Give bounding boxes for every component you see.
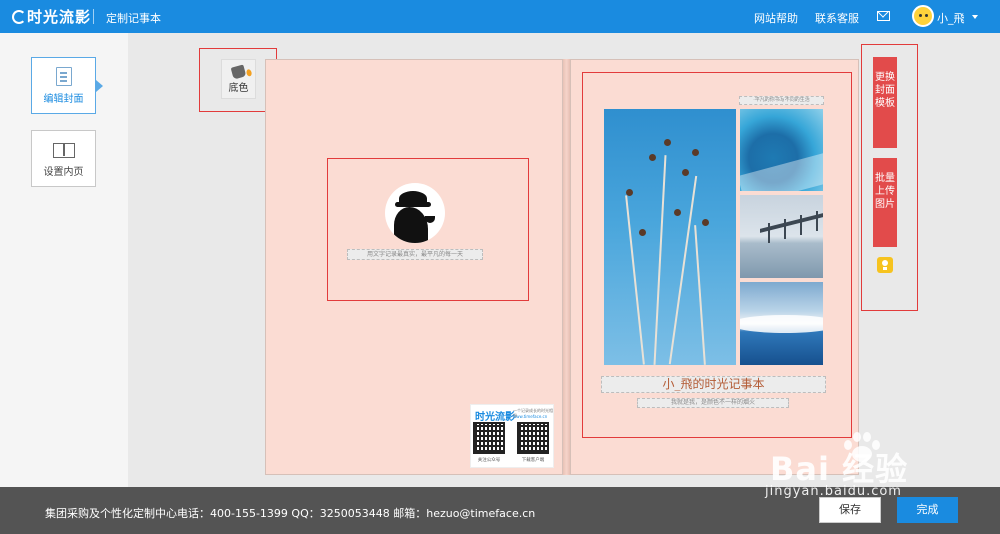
page-subtitle: 定制记事本	[106, 12, 161, 25]
qr-code-app-download	[517, 422, 549, 454]
mail-icon[interactable]	[877, 11, 890, 21]
help-link[interactable]: 网站帮助	[754, 10, 798, 26]
highlight-box-left-cover	[327, 158, 529, 301]
sidebar-item-label: 设置内页	[43, 167, 84, 178]
avatar[interactable]	[912, 5, 934, 27]
header-divider	[93, 9, 94, 24]
qr-card-url: www.timeface.cn	[513, 414, 548, 419]
top-bar: 时光流影 定制记事本 网站帮助 联系客服 小_飛	[0, 0, 1000, 33]
baidu-jingyan-watermark: Bai 经验 jingyan.baidu.com	[760, 424, 960, 524]
bg-color-button[interactable]: 底色	[221, 59, 256, 99]
site-logo[interactable]: 时光流影	[12, 6, 91, 27]
qr-caption: 关注公众号	[477, 458, 501, 463]
bg-color-label: 底色	[228, 83, 249, 94]
qr-card-logo: 时光流影	[475, 412, 515, 423]
qr-caption: 下载客户端	[521, 458, 545, 463]
document-icon	[56, 67, 72, 86]
sidebar: 编辑封面 设置内页	[0, 33, 128, 487]
watermark-url: jingyan.baidu.com	[765, 484, 902, 499]
highlight-box-right-cover	[582, 72, 852, 438]
contact-info: 集团采购及个性化定制中心电话：400-155-1399 QQ：325005344…	[45, 507, 536, 520]
logo-text: 时光流影	[27, 8, 92, 26]
qr-code-official-account	[473, 422, 505, 454]
paint-bucket-icon	[230, 64, 247, 80]
sidebar-item-label: 编辑封面	[43, 94, 84, 105]
sidebar-item-edit-cover[interactable]: 编辑封面	[31, 57, 103, 114]
logo-mark-icon	[12, 10, 26, 24]
book-icon	[53, 143, 75, 158]
chevron-down-icon[interactable]	[972, 15, 978, 19]
sidebar-item-set-inner-pages[interactable]: 设置内页	[31, 130, 96, 187]
username[interactable]: 小_飛	[937, 10, 965, 26]
book-spine	[563, 59, 570, 475]
highlight-box-actions	[861, 44, 918, 311]
support-link[interactable]: 联系客服	[815, 10, 859, 26]
qr-card: 时光流影 一个记录成长的时光相册 www.timeface.cn 关注公众号 下…	[470, 404, 554, 468]
